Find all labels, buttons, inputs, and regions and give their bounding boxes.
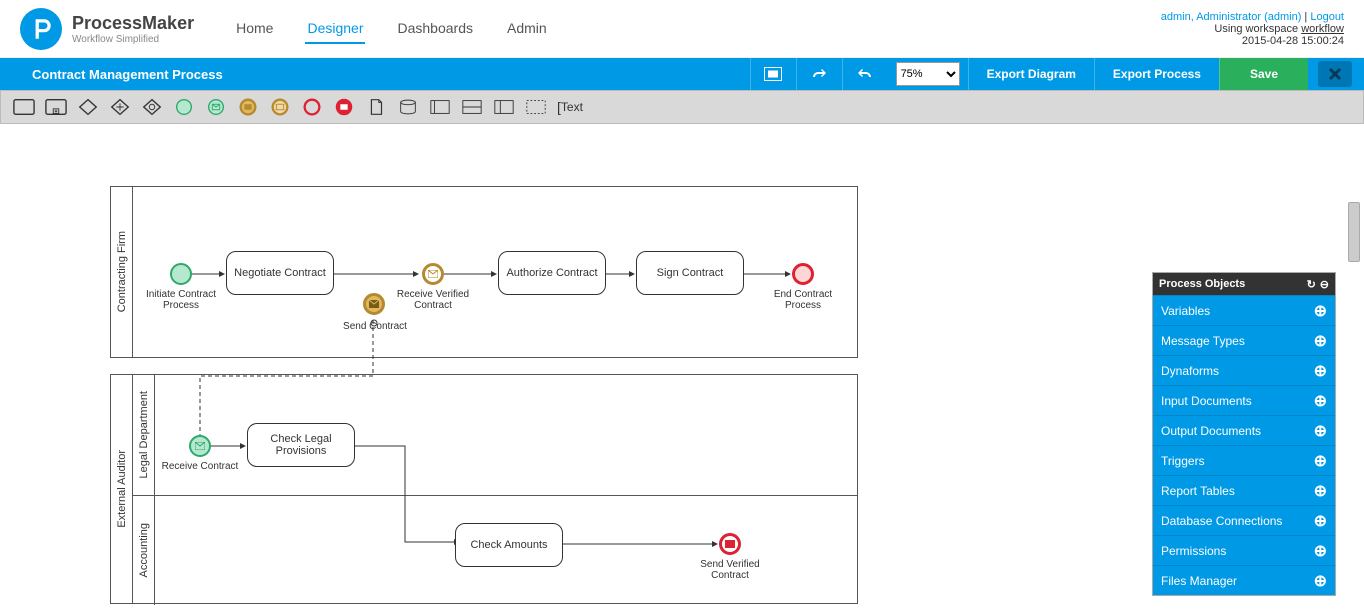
panel-item-output-documents[interactable]: Output Documents⊕ — [1153, 415, 1335, 445]
user-label-link[interactable]: admin, Administrator (admin) — [1161, 11, 1302, 23]
tool-group[interactable] — [491, 96, 517, 118]
nav-designer[interactable]: Designer — [305, 14, 365, 44]
tool-inter-catch[interactable] — [267, 96, 293, 118]
start-receive-contract-label: Receive Contract — [160, 461, 240, 472]
tool-annotation[interactable] — [523, 96, 549, 118]
zoom-select[interactable]: 75% — [896, 62, 960, 86]
nav-admin[interactable]: Admin — [505, 14, 549, 44]
plus-icon[interactable]: ⊕ — [1314, 331, 1327, 351]
logo-icon — [20, 8, 62, 50]
main-nav: Home Designer Dashboards Admin — [234, 14, 549, 44]
redo-button[interactable] — [796, 58, 842, 90]
tool-end-event[interactable] — [299, 96, 325, 118]
pool-contracting-firm[interactable]: Contracting Firm Initiate Contract Proce… — [110, 186, 858, 358]
tool-pool[interactable] — [427, 96, 453, 118]
tool-subprocess[interactable] — [43, 96, 69, 118]
nav-dashboards[interactable]: Dashboards — [395, 14, 475, 44]
undo-button[interactable] — [842, 58, 888, 90]
tool-text[interactable]: [Text — [555, 96, 585, 118]
export-process-button[interactable]: Export Process — [1094, 58, 1219, 90]
panel-collapse-icon[interactable]: ⊖ — [1320, 278, 1329, 291]
tool-start-message[interactable] — [203, 96, 229, 118]
plus-icon[interactable]: ⊕ — [1314, 481, 1327, 501]
logo-subtitle: Workflow Simplified — [72, 34, 194, 45]
process-title: Contract Management Process — [32, 67, 223, 82]
lane-legal-department[interactable]: Legal Department — [133, 375, 155, 495]
process-objects-panel: Process Objects ↻ ⊖ Variables⊕ Message T… — [1152, 272, 1336, 596]
workspace-prefix: Using workspace — [1214, 23, 1301, 35]
pool-label-contracting-firm: Contracting Firm — [111, 187, 133, 357]
plus-icon[interactable]: ⊕ — [1314, 361, 1327, 381]
plus-icon[interactable]: ⊕ — [1314, 421, 1327, 441]
tool-gateway-parallel[interactable] — [107, 96, 133, 118]
lane-separator — [133, 495, 857, 496]
header-user-area: admin, Administrator (admin) | Logout Us… — [1161, 11, 1344, 47]
panel-item-files-manager[interactable]: Files Manager⊕ — [1153, 565, 1335, 595]
tool-end-message[interactable] — [331, 96, 357, 118]
start-event-initiate-label: Initiate Contract Process — [141, 289, 221, 311]
tool-start-event[interactable] — [171, 96, 197, 118]
header-timestamp: 2015-04-28 15:00:24 — [1161, 35, 1344, 47]
close-button[interactable] — [1318, 61, 1352, 87]
tool-gateway-exclusive[interactable] — [75, 96, 101, 118]
logo-title: ProcessMaker — [72, 13, 194, 34]
save-button[interactable]: Save — [1219, 58, 1308, 90]
event-receive-verified[interactable] — [422, 263, 444, 285]
panel-header: Process Objects ↻ ⊖ — [1153, 273, 1335, 295]
start-receive-contract[interactable] — [189, 435, 211, 457]
side-scroll-grip[interactable] — [1348, 202, 1360, 262]
pool-external-auditor[interactable]: External Auditor Legal Department Accoun… — [110, 374, 858, 604]
task-check-amounts[interactable]: Check Amounts — [455, 523, 563, 567]
boundary-send-contract[interactable] — [363, 293, 385, 315]
end-send-verified[interactable] — [719, 533, 741, 555]
panel-item-message-types[interactable]: Message Types⊕ — [1153, 325, 1335, 355]
title-bar: Contract Management Process 75% Export D… — [0, 58, 1364, 90]
logo[interactable]: ProcessMaker Workflow Simplified — [20, 8, 194, 50]
pool-label-external-auditor: External Auditor — [111, 375, 133, 603]
tool-data-object[interactable] — [363, 96, 389, 118]
end-event[interactable] — [792, 263, 814, 285]
export-diagram-button[interactable]: Export Diagram — [968, 58, 1094, 90]
app-header: ProcessMaker Workflow Simplified Home De… — [0, 0, 1364, 58]
plus-icon[interactable]: ⊕ — [1314, 541, 1327, 561]
end-event-label: End Contract Process — [763, 289, 843, 311]
boundary-send-contract-label: Send Contract — [335, 321, 415, 332]
diagram-canvas[interactable]: Contracting Firm Initiate Contract Proce… — [0, 124, 1364, 614]
plus-icon[interactable]: ⊕ — [1314, 571, 1327, 591]
tool-inter-throw[interactable] — [235, 96, 261, 118]
panel-item-permissions[interactable]: Permissions⊕ — [1153, 535, 1335, 565]
panel-item-input-documents[interactable]: Input Documents⊕ — [1153, 385, 1335, 415]
tool-lane[interactable] — [459, 96, 485, 118]
task-authorize[interactable]: Authorize Contract — [498, 251, 606, 295]
bpmn-toolbar: [Text — [0, 90, 1364, 124]
panel-refresh-icon[interactable]: ↻ — [1307, 278, 1316, 291]
panel-item-database-connections[interactable]: Database Connections⊕ — [1153, 505, 1335, 535]
tool-data-store[interactable] — [395, 96, 421, 118]
task-check-legal[interactable]: Check Legal Provisions — [247, 423, 355, 467]
event-receive-verified-label: Receive Verified Contract — [393, 289, 473, 311]
panel-item-triggers[interactable]: Triggers⊕ — [1153, 445, 1335, 475]
fullscreen-button[interactable] — [750, 58, 796, 90]
logout-link[interactable]: Logout — [1310, 11, 1344, 23]
lane-accounting[interactable]: Accounting — [133, 495, 155, 605]
plus-icon[interactable]: ⊕ — [1314, 451, 1327, 471]
task-negotiate[interactable]: Negotiate Contract — [226, 251, 334, 295]
plus-icon[interactable]: ⊕ — [1314, 301, 1327, 321]
plus-icon[interactable]: ⊕ — [1314, 391, 1327, 411]
panel-item-report-tables[interactable]: Report Tables⊕ — [1153, 475, 1335, 505]
tool-task[interactable] — [11, 96, 37, 118]
panel-item-dynaforms[interactable]: Dynaforms⊕ — [1153, 355, 1335, 385]
workspace-name[interactable]: workflow — [1301, 23, 1344, 35]
start-event-initiate[interactable] — [170, 263, 192, 285]
tool-gateway-inclusive[interactable] — [139, 96, 165, 118]
panel-item-variables[interactable]: Variables⊕ — [1153, 295, 1335, 325]
plus-icon[interactable]: ⊕ — [1314, 511, 1327, 531]
nav-home[interactable]: Home — [234, 14, 275, 44]
end-send-verified-label: Send Verified Contract — [690, 559, 770, 581]
task-sign[interactable]: Sign Contract — [636, 251, 744, 295]
